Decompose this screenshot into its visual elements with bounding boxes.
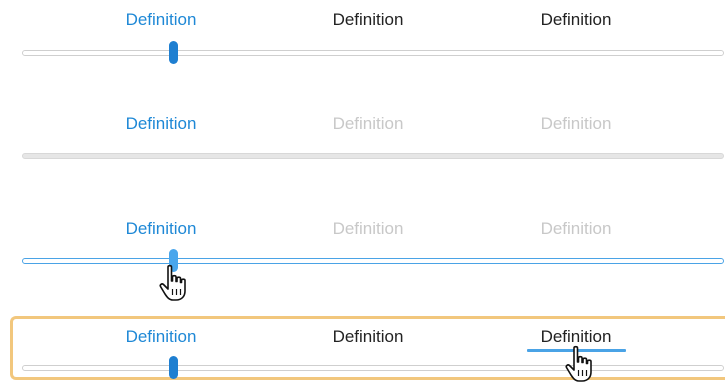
tick-label-2[interactable]: Definition (288, 326, 448, 348)
hand-pointer-icon (565, 345, 592, 382)
tick-label-1: Definition (125, 114, 197, 133)
tick-label-2: Definition (332, 114, 404, 133)
tick-label-3[interactable]: Definition (496, 9, 656, 31)
slider-track (22, 153, 724, 159)
hand-pointer-icon (159, 264, 186, 301)
tick-label-1[interactable]: Definition (81, 9, 241, 31)
slider-track[interactable] (22, 50, 724, 56)
tick-label-2[interactable]: Definition (288, 9, 448, 31)
slider-disabled: Definition Definition Definition (0, 113, 725, 183)
tick-label-2[interactable]: Definition (288, 218, 448, 240)
slider-thumb[interactable] (169, 41, 178, 64)
slider-thumb[interactable] (169, 356, 178, 379)
slider-focused: Definition Definition Definition (0, 326, 725, 387)
slider-track[interactable] (22, 365, 724, 371)
slider-track[interactable] (22, 258, 724, 264)
tick-label-3: Definition (540, 114, 612, 133)
slider-states-stage: Definition Definition Definition Definit… (0, 0, 725, 387)
slider-normal: Definition Definition Definition (0, 9, 725, 79)
tick-label-1[interactable]: Definition (81, 218, 241, 240)
slider-hover: Definition Definition Definition (0, 218, 725, 288)
tick-label-1[interactable]: Definition (81, 326, 241, 348)
tick-label-3[interactable]: Definition (496, 218, 656, 240)
